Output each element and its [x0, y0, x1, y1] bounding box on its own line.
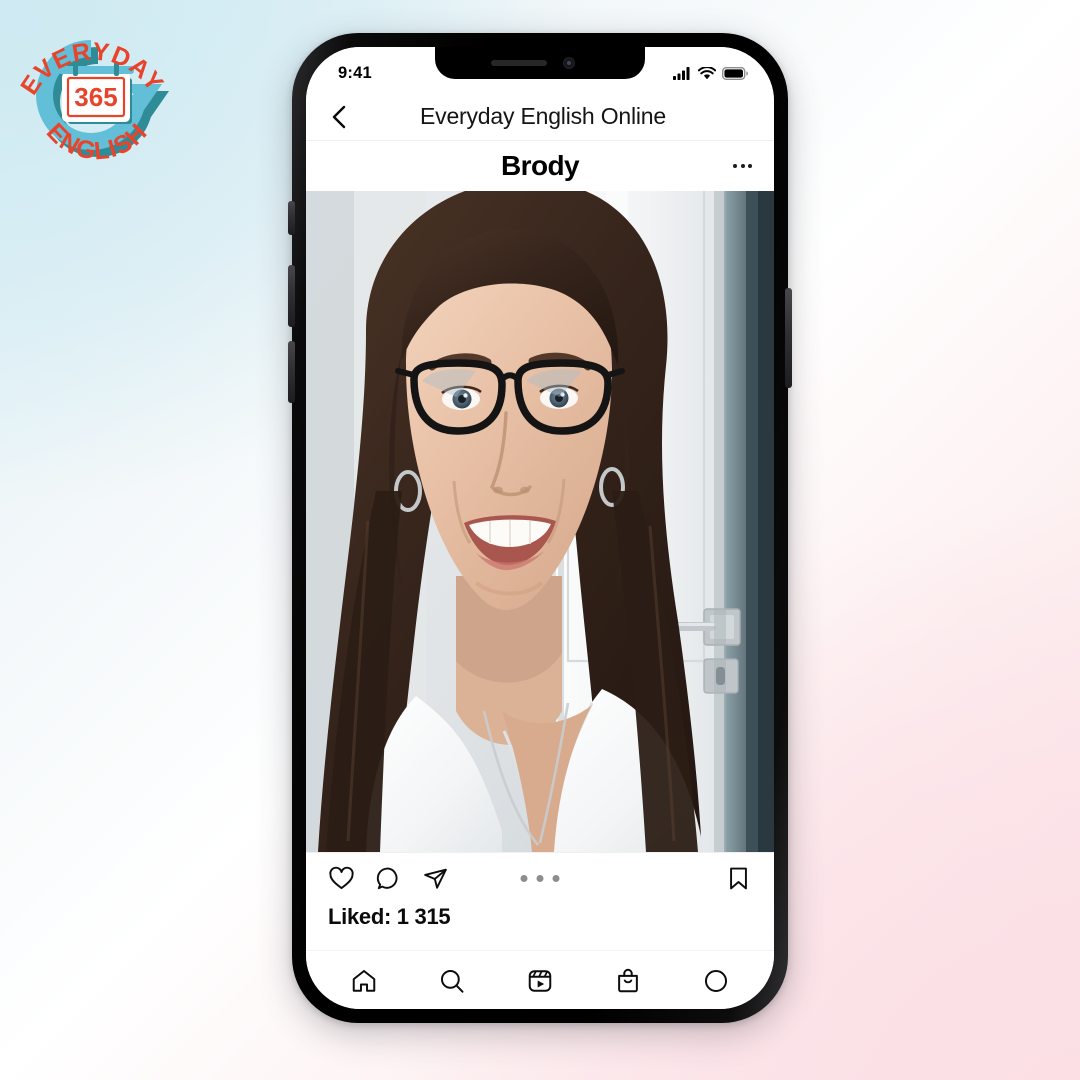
profile-avatar-icon[interactable] — [702, 967, 730, 995]
volume-up-button[interactable] — [288, 265, 295, 327]
front-camera-icon — [563, 57, 575, 69]
page-title: Everyday English Online — [420, 103, 666, 129]
wifi-icon — [698, 66, 716, 79]
logo-calendar-number: 365 — [74, 82, 117, 112]
canvas: 365 EVERYDAY ENGLISH 9:41 Everyday Engli… — [0, 0, 1080, 1080]
status-icons — [673, 66, 748, 80]
search-icon[interactable] — [438, 967, 466, 995]
likes-count-label: Liked: 1 315 — [328, 904, 451, 929]
action-icons-left — [328, 865, 449, 892]
notch — [435, 47, 645, 79]
comment-bubble-icon[interactable] — [375, 865, 402, 892]
battery-full-icon — [722, 66, 748, 80]
likes-row: Liked: 1 315 — [306, 904, 774, 930]
home-icon[interactable] — [350, 967, 378, 995]
brand-logo: 365 EVERYDAY ENGLISH — [12, 18, 174, 176]
reels-icon[interactable] — [526, 967, 554, 995]
earpiece-speaker-icon — [491, 60, 547, 66]
silent-switch-button[interactable] — [288, 201, 295, 235]
post-header: Brody — [306, 141, 774, 191]
shop-bag-icon[interactable] — [614, 967, 642, 995]
heart-icon[interactable] — [328, 865, 355, 892]
phone-mockup: 9:41 Everyday English Online Brody Liked… — [288, 33, 792, 1023]
share-paper-plane-icon[interactable] — [422, 865, 449, 892]
post-username: Brody — [501, 150, 580, 181]
volume-down-button[interactable] — [288, 341, 295, 403]
power-button[interactable] — [785, 288, 792, 388]
cellular-bars-icon — [673, 66, 690, 80]
phone-screen: 9:41 Everyday English Online Brody Liked… — [306, 47, 774, 1009]
nav-header: Everyday English Online — [306, 93, 774, 141]
bookmark-icon[interactable] — [725, 865, 752, 892]
chevron-left-icon[interactable] — [328, 103, 350, 131]
action-icons-right — [725, 865, 752, 892]
status-time: 9:41 — [338, 63, 372, 82]
bottom-nav-bar — [306, 950, 774, 1009]
more-options-icon[interactable] — [726, 164, 752, 168]
post-action-bar — [306, 852, 774, 904]
logo-arc-bottom-text: ENGLISH — [41, 118, 153, 166]
carousel-page-dots — [520, 875, 560, 882]
post-photo[interactable] — [306, 191, 774, 852]
